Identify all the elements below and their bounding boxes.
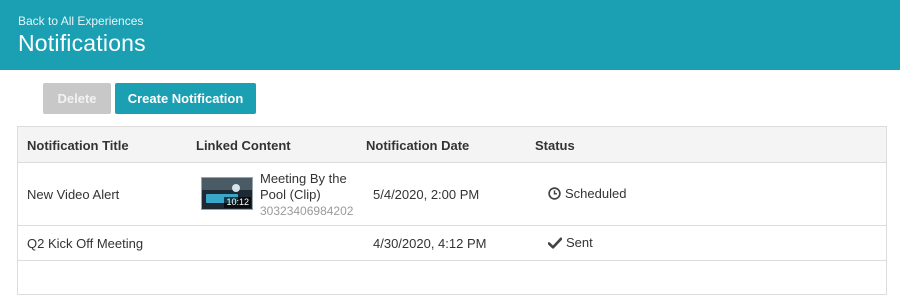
status-badge: Sent <box>548 235 593 250</box>
linked-content-title[interactable]: Meeting By the Pool (Clip) <box>260 171 370 203</box>
notification-date: 5/4/2020, 2:00 PM <box>373 187 480 202</box>
notification-title: Q2 Kick Off Meeting <box>27 236 144 251</box>
back-to-experiences-link[interactable]: Back to All Experiences <box>18 14 143 28</box>
status-label: Scheduled <box>565 186 627 201</box>
thumbnail-light <box>232 184 240 192</box>
thumbnail-sky <box>202 178 252 190</box>
notification-date: 4/30/2020, 4:12 PM <box>373 236 487 251</box>
column-header-linked-content[interactable]: Linked Content <box>196 138 291 153</box>
video-thumbnail[interactable]: 10:12 <box>201 177 253 210</box>
video-duration: 10:12 <box>224 197 251 208</box>
page-title: Notifications <box>18 30 146 56</box>
status-badge: Scheduled <box>548 186 626 201</box>
linked-content-id: 30323406984202 <box>260 204 354 218</box>
notifications-table: Notification Title Linked Content Notifi… <box>17 126 887 295</box>
column-header-status[interactable]: Status <box>535 138 575 153</box>
table-header: Notification Title Linked Content Notifi… <box>18 127 886 163</box>
check-icon <box>548 237 562 249</box>
notification-title: New Video Alert <box>27 187 120 202</box>
create-notification-button[interactable]: Create Notification <box>115 83 256 114</box>
table-row[interactable]: New Video Alert 10:12 Meeting By the Poo… <box>18 163 886 226</box>
header-bar: Back to All Experiences Notifications <box>0 0 900 70</box>
status-label: Sent <box>566 235 593 250</box>
delete-button[interactable]: Delete <box>43 83 111 114</box>
table-row[interactable]: Q2 Kick Off Meeting 4/30/2020, 4:12 PM S… <box>18 226 886 261</box>
clock-icon <box>548 187 561 200</box>
column-header-title[interactable]: Notification Title <box>27 138 129 153</box>
column-header-date[interactable]: Notification Date <box>366 138 469 153</box>
